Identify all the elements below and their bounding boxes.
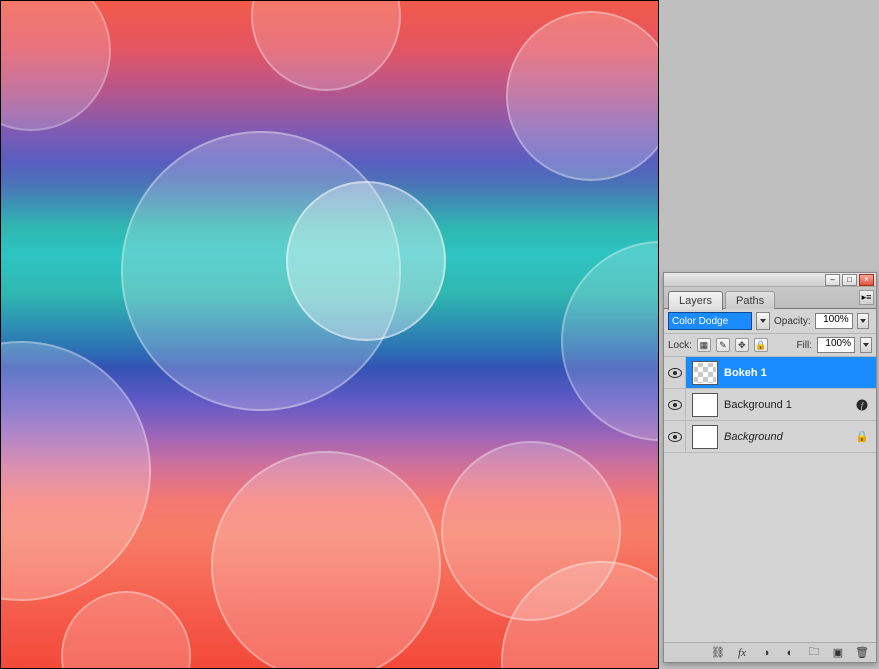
layer-row-background[interactable]: Background 🔒 xyxy=(664,421,876,453)
layer-thumbnail[interactable] xyxy=(692,393,718,417)
panel-tabstrip: Layers Paths ▸≡ xyxy=(664,287,876,309)
eye-icon xyxy=(668,368,682,378)
tab-layers[interactable]: Layers xyxy=(668,291,723,310)
eye-icon xyxy=(668,400,682,410)
lock-label: Lock: xyxy=(668,340,692,351)
bokeh-circle xyxy=(211,451,441,669)
lock-position-icon[interactable]: ✥ xyxy=(735,338,749,352)
opacity-slider-button[interactable] xyxy=(857,313,869,329)
maximize-button[interactable]: □ xyxy=(842,274,857,286)
tab-paths[interactable]: Paths xyxy=(725,291,775,309)
layer-style-button-icon[interactable]: fx xyxy=(734,646,750,660)
layer-name[interactable]: Background 1 xyxy=(724,399,848,411)
document-canvas[interactable] xyxy=(0,0,659,669)
close-button[interactable]: × xyxy=(859,274,874,286)
visibility-toggle[interactable] xyxy=(664,357,686,388)
visibility-toggle[interactable] xyxy=(664,389,686,420)
lock-transparency-icon[interactable]: ▦ xyxy=(697,338,711,352)
lock-fill-row: Lock: ▦ ✎ ✥ 🔒 Fill: 100% xyxy=(664,334,876,357)
opacity-field[interactable]: 100% xyxy=(815,313,853,329)
add-mask-icon[interactable]: ◑ xyxy=(758,646,774,660)
minimize-button[interactable]: – xyxy=(825,274,840,286)
blend-opacity-row: Color Dodge Opacity: 100% xyxy=(664,309,876,334)
delete-layer-icon[interactable]: 🗑 xyxy=(854,646,870,660)
eye-icon xyxy=(668,432,682,442)
layers-panel: – □ × Layers Paths ▸≡ Color Dodge Opacit… xyxy=(663,272,877,663)
layers-list: Bokeh 1 Background 1 f Background 🔒 xyxy=(664,357,876,642)
new-layer-icon[interactable]: ▣ xyxy=(830,646,846,660)
link-layers-icon[interactable]: ⛓ xyxy=(710,646,726,660)
opacity-label: Opacity: xyxy=(774,316,811,327)
adjustment-layer-icon[interactable]: ◐ xyxy=(782,646,798,660)
layer-style-icon[interactable]: f xyxy=(854,397,870,413)
layer-thumbnail[interactable] xyxy=(692,361,718,385)
lock-pixels-icon[interactable]: ✎ xyxy=(716,338,730,352)
layer-name[interactable]: Bokeh 1 xyxy=(724,367,870,379)
visibility-toggle[interactable] xyxy=(664,421,686,452)
fill-label: Fill: xyxy=(796,340,812,351)
panel-footer: ⛓ fx ◑ ◐ 🗀 ▣ 🗑 xyxy=(664,642,876,662)
layer-thumbnail[interactable] xyxy=(692,425,718,449)
layer-row-background1[interactable]: Background 1 f xyxy=(664,389,876,421)
bokeh-circle xyxy=(286,181,446,341)
fill-slider-button[interactable] xyxy=(860,337,872,353)
lock-all-icon[interactable]: 🔒 xyxy=(754,338,768,352)
new-group-icon[interactable]: 🗀 xyxy=(806,646,822,660)
panel-menu-button[interactable]: ▸≡ xyxy=(859,290,874,305)
blend-mode-select[interactable]: Color Dodge xyxy=(668,312,752,330)
layer-row-bokeh1[interactable]: Bokeh 1 xyxy=(664,357,876,389)
panel-titlebar[interactable]: – □ × xyxy=(664,273,876,287)
fill-field[interactable]: 100% xyxy=(817,337,855,353)
lock-icon: 🔒 xyxy=(854,429,870,445)
layer-name[interactable]: Background xyxy=(724,431,848,443)
blend-mode-dropdown-button[interactable] xyxy=(756,312,770,330)
